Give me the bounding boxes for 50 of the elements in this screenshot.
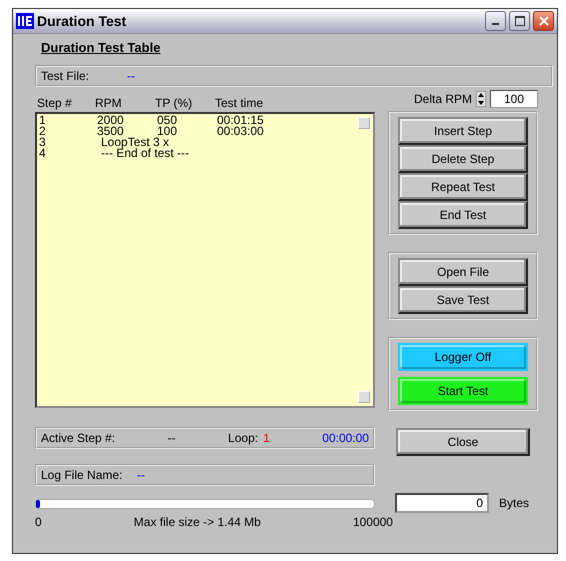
close-dialog-button[interactable]: Close: [396, 428, 530, 456]
log-file-value: --: [137, 468, 145, 482]
column-header: Test time: [214, 96, 264, 110]
scale-max: 100000: [352, 515, 393, 529]
delta-rpm-field[interactable]: 100: [490, 90, 538, 108]
active-step-label: Active Step #:: [41, 431, 116, 445]
table-cell-text: --- End of test ---: [100, 148, 190, 159]
spinner-icon[interactable]: [476, 91, 486, 107]
action-button[interactable]: Open File: [398, 258, 528, 286]
action-button[interactable]: Save Test: [398, 286, 528, 314]
log-file-label: Log File Name:: [41, 468, 124, 482]
loop-value: 1: [263, 431, 270, 445]
app-logo-icon: [16, 13, 34, 29]
table-cell-text: 00:03:00: [217, 126, 265, 137]
bytes-unit: Bytes: [499, 496, 530, 510]
maximize-button[interactable]: [509, 11, 530, 31]
table-cell-text: 00:01:15: [217, 115, 265, 126]
maximize-icon: [514, 16, 524, 26]
table-cell-text: 2000: [97, 115, 125, 126]
status-button[interactable]: Start Test: [398, 377, 528, 405]
loop-label: Loop:: [228, 431, 258, 445]
table-cell-text: 3: [39, 137, 47, 148]
delta-rpm-label: Delta RPM: [414, 92, 472, 106]
elapsed-time: 00:00:00: [322, 431, 369, 445]
table-cell-text: 1: [39, 115, 47, 126]
test-file-value: --: [127, 69, 135, 83]
column-header: TP (%): [154, 96, 194, 110]
bytes-field: 0: [395, 493, 489, 513]
action-button[interactable]: End Test: [398, 201, 528, 229]
column-header: RPM: [94, 96, 123, 110]
action-button[interactable]: Insert Step: [398, 117, 528, 145]
table-cell-text: 100: [157, 126, 178, 137]
test-file-label: Test File:: [41, 69, 90, 83]
window-title: Duration Test: [37, 13, 128, 29]
close-icon: [538, 16, 548, 26]
column-header: Step #: [36, 96, 73, 110]
table-cell-text: 2: [39, 126, 47, 137]
scale-min: 0: [35, 515, 42, 529]
section-heading: Duration Test Table: [41, 40, 160, 55]
table-cell-text: 4: [39, 148, 47, 159]
action-button[interactable]: Delete Step: [398, 145, 528, 173]
action-button[interactable]: Repeat Test: [398, 173, 528, 201]
close-button[interactable]: [533, 11, 554, 31]
table-cell-text: LoopTest 3 x: [101, 137, 170, 148]
minimize-button[interactable]: [485, 11, 506, 31]
status-button[interactable]: Logger Off: [398, 343, 528, 371]
table-cell-text: 3500: [97, 126, 124, 137]
active-step-value: --: [168, 431, 176, 445]
table-cell-text: 050: [157, 115, 178, 126]
file-size-caption: Max file size -> 1.44 Mb: [134, 515, 261, 529]
